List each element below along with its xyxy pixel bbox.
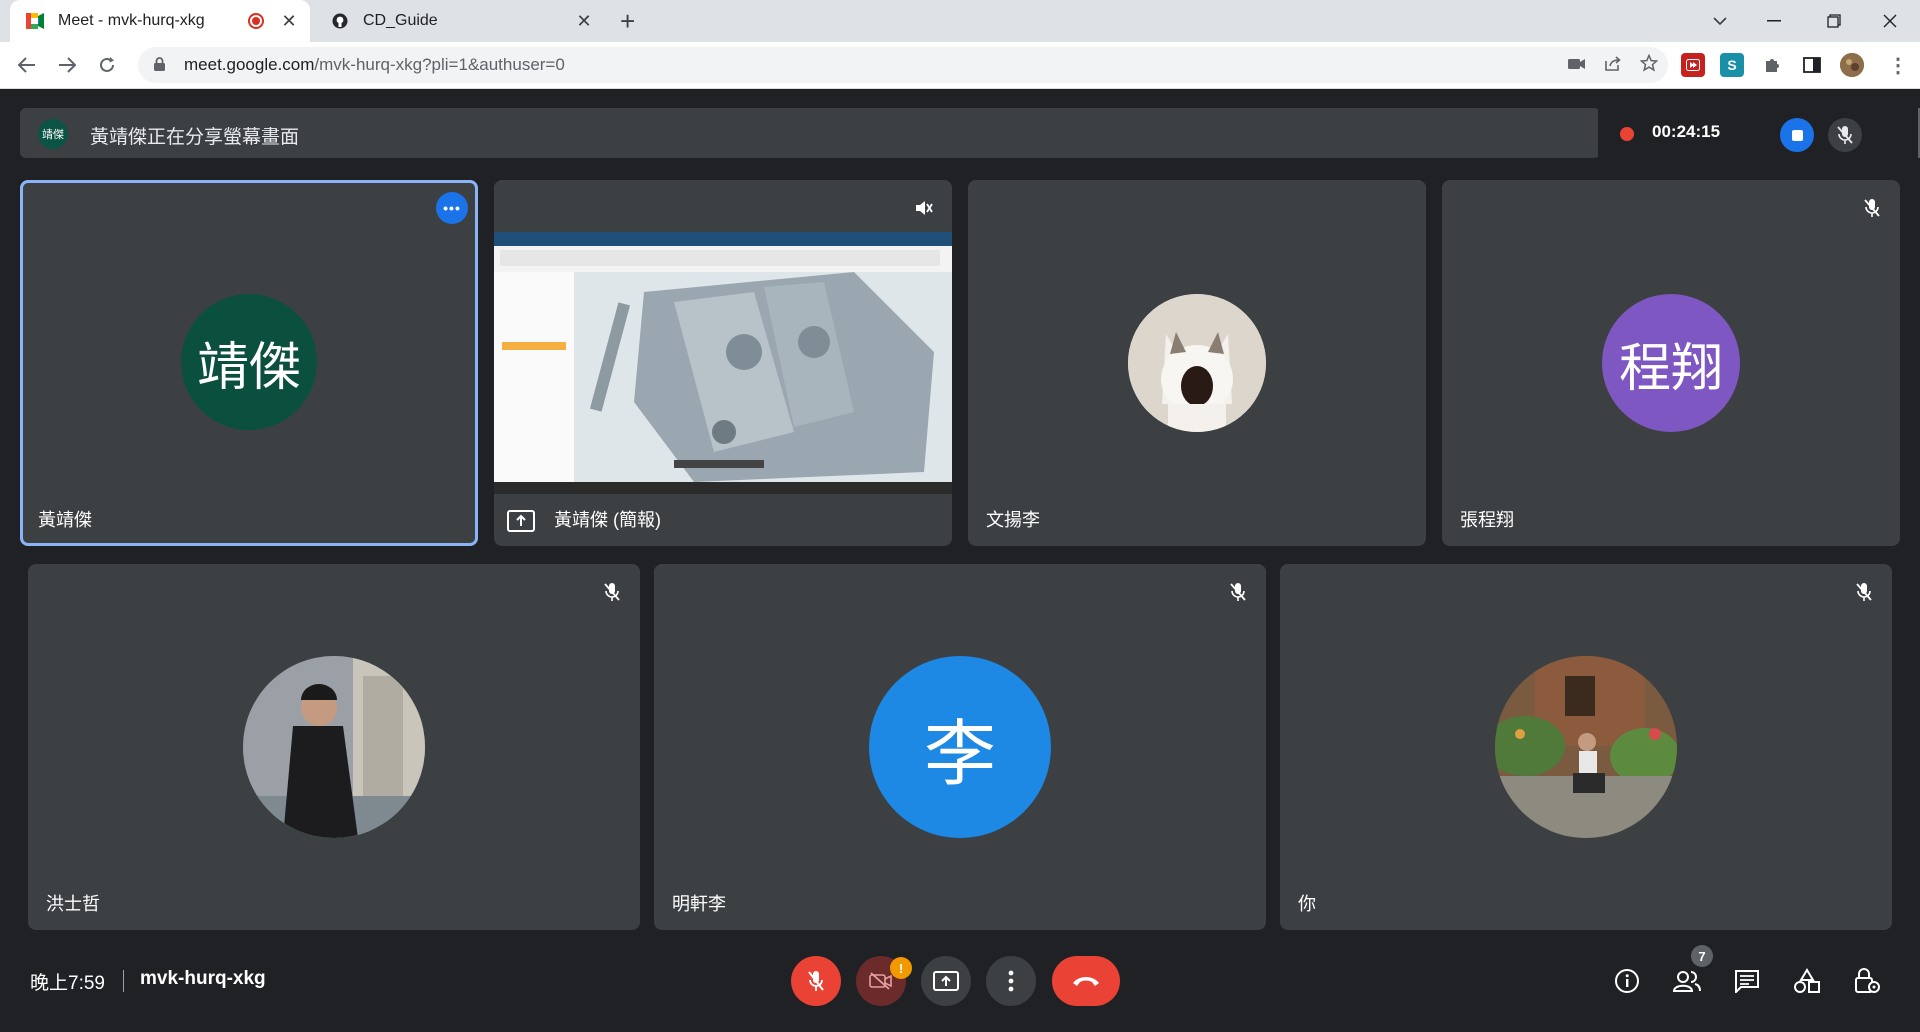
avatar: 李 (869, 656, 1051, 838)
participant-tile[interactable]: 你 (1280, 564, 1892, 930)
mic-off-icon (1858, 194, 1886, 222)
shared-screen (494, 232, 952, 494)
participant-name: 明軒李 (672, 894, 726, 914)
participant-name: 文揚李 (986, 510, 1040, 530)
url-path: /mvk-hurq-xkg?pli=1&authuser=0 (314, 55, 565, 74)
tab-title: CD_Guide (363, 12, 438, 29)
tab-search-icon[interactable] (1692, 0, 1748, 42)
omnibox-actions (1568, 47, 1659, 83)
participant-tile[interactable]: 靖傑 ••• 黃靖傑 (20, 180, 478, 546)
meeting-time: 晚上7:59 (30, 973, 105, 994)
avatar (243, 656, 425, 838)
participant-tile[interactable]: 李 明軒李 (654, 564, 1266, 930)
extensions-puzzle-icon[interactable] (1760, 53, 1784, 77)
presenting-message: 黃靖傑正在分享螢幕畫面 (90, 127, 300, 148)
browser-menu-icon[interactable]: ⋮ (1886, 53, 1910, 77)
presentation-tile[interactable]: 黃靖傑 (簡報) (494, 180, 952, 546)
mic-off-icon (1850, 578, 1878, 606)
url-host: meet.google.com (184, 55, 315, 74)
camera-warning-badge: ! (890, 957, 912, 979)
lock-icon[interactable] (154, 56, 168, 74)
google-meet-icon (26, 12, 44, 30)
camera-in-use-icon[interactable] (1568, 55, 1586, 75)
host-controls-button[interactable] (1844, 958, 1890, 1004)
side-panel-icon[interactable] (1800, 53, 1824, 77)
browser-toolbar: meet.google.com/mvk-hurq-xkg?pli=1&authu… (0, 42, 1920, 89)
more-options-button[interactable]: ••• (436, 192, 468, 224)
avatar (1128, 294, 1266, 432)
more-options-button[interactable] (986, 956, 1036, 1006)
avatar (1495, 656, 1677, 838)
mic-off-icon (1224, 578, 1252, 606)
microphone-toggle-button[interactable] (791, 956, 841, 1006)
recording-dot-icon (1620, 127, 1634, 141)
recording-indicator: 00:24:15 (1598, 108, 1898, 158)
participant-tile[interactable]: 洪士哲 (28, 564, 640, 930)
meeting-code[interactable]: mvk-hurq-xkg (140, 968, 266, 990)
extension-s-icon[interactable]: S (1720, 53, 1744, 77)
divider (123, 970, 124, 992)
restore-button[interactable] (1806, 0, 1862, 42)
address-bar[interactable]: meet.google.com/mvk-hurq-xkg?pli=1&authu… (138, 47, 1668, 83)
mic-off-icon[interactable] (1828, 118, 1862, 152)
tab-title: Meet - mvk-hurq-xkg (58, 12, 205, 29)
leave-call-button[interactable] (1052, 956, 1120, 1006)
meeting-details-button[interactable] (1604, 958, 1650, 1004)
participant-name: 洪士哲 (46, 894, 100, 914)
recording-time: 00:24:15 (1652, 122, 1721, 141)
participant-name: 你 (1298, 894, 1316, 914)
tab-cd-guide[interactable]: CD_Guide ✕ (315, 0, 605, 42)
activities-button[interactable] (1784, 958, 1830, 1004)
stop-presenting-button[interactable] (1780, 118, 1814, 152)
close-tab-icon[interactable]: ✕ (278, 11, 300, 32)
present-screen-icon (506, 508, 536, 534)
minimize-button[interactable] (1746, 0, 1802, 42)
reload-button[interactable] (92, 50, 122, 80)
back-button[interactable] (12, 50, 42, 80)
presenter-avatar: 靖傑 (38, 119, 68, 149)
url-text: meet.google.com/mvk-hurq-xkg?pli=1&authu… (184, 55, 565, 75)
tab-meet[interactable]: Meet - mvk-hurq-xkg ✕ (10, 0, 310, 42)
participant-tile[interactable]: 文揚李 (968, 180, 1426, 546)
close-window-button[interactable] (1862, 0, 1918, 42)
share-icon[interactable] (1604, 55, 1622, 76)
bookmark-star-icon[interactable] (1639, 53, 1659, 77)
browser-tab-strip: Meet - mvk-hurq-xkg ✕ CD_Guide ✕ + (0, 0, 1920, 42)
present-now-button[interactable] (921, 956, 971, 1006)
close-tab-icon[interactable]: ✕ (573, 11, 595, 32)
recording-icon (248, 13, 264, 29)
participant-tile[interactable]: 程翔 張程翔 (1442, 180, 1900, 546)
github-icon (331, 12, 349, 30)
avatar: 程翔 (1602, 294, 1740, 432)
participant-name: 張程翔 (1460, 510, 1514, 530)
presenting-banner: 靖傑 黃靖傑正在分享螢幕畫面 (20, 108, 1600, 158)
profile-avatar[interactable] (1840, 53, 1864, 77)
extension-record-icon[interactable] (1681, 53, 1705, 77)
audio-off-icon (910, 194, 938, 222)
chat-button[interactable] (1724, 958, 1770, 1004)
new-tab-button[interactable]: + (620, 6, 635, 37)
forward-button[interactable] (52, 50, 82, 80)
mic-off-icon (598, 578, 626, 606)
people-count-badge: 7 (1691, 945, 1713, 967)
participant-name: 黃靖傑 (38, 510, 92, 530)
participant-name: 黃靖傑 (簡報) (554, 510, 661, 530)
avatar: 靖傑 (181, 294, 317, 430)
